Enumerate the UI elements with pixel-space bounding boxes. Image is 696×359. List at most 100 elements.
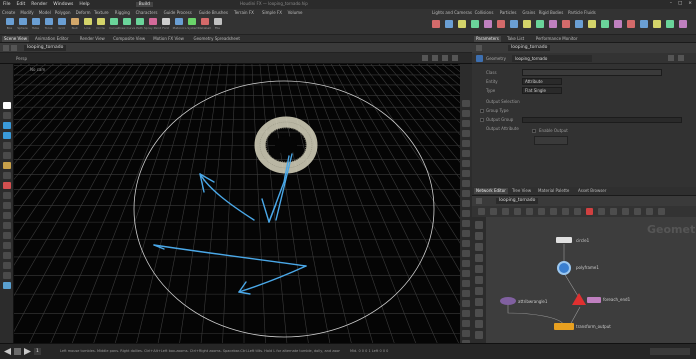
enable-checkbox[interactable] xyxy=(532,128,536,133)
desktop-select[interactable]: Build xyxy=(135,2,153,7)
shelf-tool-icon[interactable] xyxy=(510,20,518,28)
shelf-tab[interactable]: Create xyxy=(2,10,15,16)
back-icon[interactable] xyxy=(3,45,9,51)
pane-tab[interactable]: Composite View xyxy=(111,36,147,42)
menu-help[interactable]: Help xyxy=(79,2,89,7)
display-option-icon[interactable] xyxy=(462,220,470,227)
help-icon[interactable] xyxy=(678,55,684,61)
network-toolbar-icon[interactable] xyxy=(586,208,593,215)
update-mode-button[interactable] xyxy=(650,348,690,355)
pane-tab[interactable]: Render View xyxy=(78,36,107,42)
network-toolbar-icon[interactable] xyxy=(658,208,665,215)
display-option-icon[interactable] xyxy=(462,230,470,237)
pane-tab[interactable]: Take List xyxy=(505,36,526,42)
viewport-tool-icon[interactable] xyxy=(3,252,11,259)
shelf-tool-button[interactable]: Box xyxy=(4,18,15,32)
viewport-tool-icon[interactable] xyxy=(3,262,11,269)
viewport-canvas[interactable] xyxy=(14,64,460,343)
viewport-tool-icon[interactable] xyxy=(3,122,11,129)
back-icon[interactable] xyxy=(476,45,482,51)
display-option-icon[interactable] xyxy=(462,180,470,187)
snapshot-icon[interactable] xyxy=(442,55,448,61)
shelf-tab[interactable]: Collisions xyxy=(475,10,494,16)
display-option-icon[interactable] xyxy=(462,160,470,167)
viewport-tool-icon[interactable] xyxy=(3,152,11,159)
class-field[interactable] xyxy=(522,69,662,76)
shelf-tool-button[interactable]: Draw Curve xyxy=(118,18,135,32)
pane-tab[interactable]: Network Editor xyxy=(474,188,508,194)
shelf-tool-icon[interactable] xyxy=(484,20,492,28)
network-toolbar-icon[interactable] xyxy=(502,208,509,215)
display-option-icon[interactable] xyxy=(462,140,470,147)
network-tool-icon[interactable] xyxy=(475,232,483,240)
shelf-tab[interactable]: Volume xyxy=(288,10,303,16)
shelf-tool-icon[interactable] xyxy=(653,20,661,28)
minimize-button[interactable]: – xyxy=(670,1,672,6)
network-tool-icon[interactable] xyxy=(475,309,483,317)
pane-tab[interactable]: Motion FX View xyxy=(151,36,186,42)
shelf-tab[interactable]: Deform xyxy=(76,10,91,16)
shelf-tool-button[interactable]: Metaball xyxy=(198,18,211,32)
network-tool-icon[interactable] xyxy=(475,276,483,284)
shelf-tool-button[interactable]: Spray Paint xyxy=(144,18,161,32)
pane-tab[interactable]: Performance Monitor xyxy=(534,36,580,42)
shelf-tab[interactable]: Terrain FX xyxy=(234,10,254,16)
display-option-icon[interactable] xyxy=(462,120,470,127)
shelf-tool-button[interactable]: File xyxy=(212,18,223,32)
network-toolbar-icon[interactable] xyxy=(622,208,629,215)
pane-tab[interactable]: Animation Editor xyxy=(33,36,71,42)
menu-render[interactable]: Render xyxy=(31,2,47,7)
viewport-tool-icon[interactable] xyxy=(3,172,11,179)
shelf-tab[interactable]: Characters xyxy=(136,10,158,16)
viewport-tool-icon[interactable] xyxy=(3,232,11,239)
stop-icon[interactable] xyxy=(14,348,21,355)
pane-tab[interactable]: Material Palette xyxy=(536,188,571,194)
shelf-tool-icon[interactable] xyxy=(497,20,505,28)
network-tool-icon[interactable] xyxy=(475,221,483,229)
display-option-icon[interactable] xyxy=(462,280,470,287)
network-toolbar-icon[interactable] xyxy=(598,208,605,215)
network-tool-icon[interactable] xyxy=(475,298,483,306)
network-tool-icon[interactable] xyxy=(475,265,483,273)
display-option-icon[interactable] xyxy=(462,170,470,177)
display-option-icon[interactable] xyxy=(462,330,470,337)
node-circle[interactable] xyxy=(556,237,572,243)
shelf-tool-button[interactable]: Font xyxy=(160,18,171,32)
display-option-icon[interactable] xyxy=(462,200,470,207)
shelf-tab[interactable]: Lights and Cameras xyxy=(432,10,472,16)
network-tool-icon[interactable] xyxy=(475,287,483,295)
display-option-icon[interactable] xyxy=(462,150,470,157)
network-toolbar-icon[interactable] xyxy=(634,208,641,215)
shelf-tool-icon[interactable] xyxy=(601,20,609,28)
shelf-tab[interactable]: Polygon xyxy=(55,10,71,16)
network-toolbar-icon[interactable] xyxy=(526,208,533,215)
shelf-tab[interactable]: Rigid Bodies xyxy=(539,10,564,16)
output-group-field[interactable] xyxy=(522,116,682,123)
shelf-tab[interactable]: Grains xyxy=(522,10,535,16)
maximize-button[interactable]: □ xyxy=(678,1,682,6)
network-toolbar-icon[interactable] xyxy=(478,208,485,215)
back-icon[interactable] xyxy=(476,198,482,204)
network-toolbar-icon[interactable] xyxy=(610,208,617,215)
display-options-icon[interactable] xyxy=(422,55,428,61)
display-option-icon[interactable] xyxy=(462,100,470,107)
viewport-tool-icon[interactable] xyxy=(3,162,11,169)
node-name-field[interactable]: looping_tornado xyxy=(512,55,592,62)
shelf-tab[interactable]: Model xyxy=(39,10,51,16)
shelf-tool-button[interactable]: Line xyxy=(82,18,93,32)
viewport-tool-icon[interactable] xyxy=(3,102,11,109)
network-editor[interactable]: Geometry circle1 polyframe1 foreach_end1… xyxy=(472,217,696,343)
shelf-tool-icon[interactable] xyxy=(523,20,531,28)
entity-select[interactable]: Attribute xyxy=(522,78,562,85)
param-button[interactable] xyxy=(534,136,568,145)
play-icon[interactable] xyxy=(24,348,31,355)
pane-tab[interactable]: Asset Browser xyxy=(576,188,608,194)
shelf-tab[interactable]: Guide Brushes xyxy=(199,10,228,16)
shelf-tool-icon[interactable] xyxy=(432,20,440,28)
node-foreach-end[interactable] xyxy=(587,297,601,303)
pane-tab[interactable]: Geometry Spreadsheet xyxy=(192,36,242,42)
display-option-icon[interactable] xyxy=(462,130,470,137)
close-button[interactable]: × xyxy=(688,1,692,6)
display-option-icon[interactable] xyxy=(462,240,470,247)
shelf-tool-button[interactable]: Tube xyxy=(30,18,41,32)
